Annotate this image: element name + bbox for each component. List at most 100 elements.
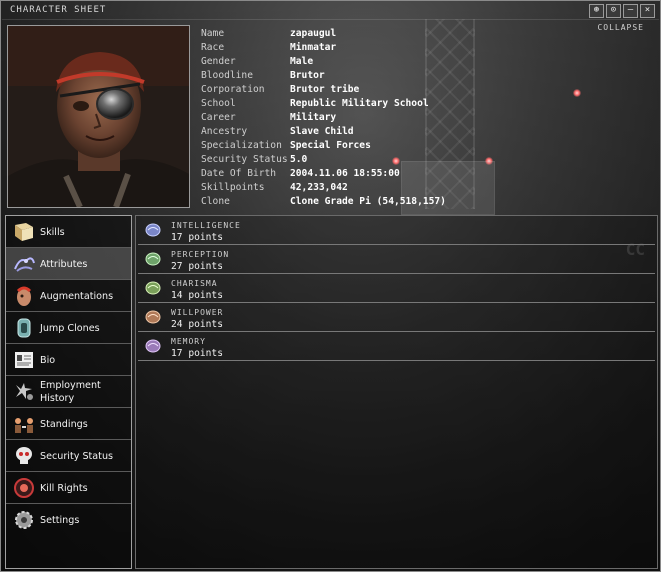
info-row-ancestry: Ancestry Slave Child — [201, 125, 446, 139]
info-row-school: School Republic Military School — [201, 97, 446, 111]
minimize-icon[interactable]: – — [623, 4, 638, 18]
sidebar-item-label: Employment History — [40, 380, 101, 404]
info-row-date-of-birth: Date Of Birth 2004.11.06 18:55:00 — [201, 167, 446, 181]
info-row-security-status: Security Status 5.0 — [201, 153, 446, 167]
info-row-bloodline: Bloodline Brutor — [201, 69, 446, 83]
brain-icon — [14, 257, 35, 272]
info-row-corporation: Corporation Brutor tribe — [201, 83, 446, 97]
info-row-skillpoints: Skillpoints 42,233,042 — [201, 181, 446, 195]
sidebar-item-label: Settings — [40, 514, 80, 526]
sidebar-item-label: Security Status — [40, 450, 114, 462]
attribute-row-charisma[interactable]: CHARISMA 14 points — [138, 274, 655, 303]
info-value: 42,233,042 — [290, 182, 348, 193]
sidebar-item-bio[interactable]: Bio — [6, 344, 131, 376]
target-icon — [14, 478, 34, 498]
info-label: Bloodline — [201, 70, 253, 81]
info-value: Republic Military School — [290, 98, 429, 109]
gear-icon — [15, 511, 33, 529]
info-label: Name — [201, 28, 225, 39]
info-value: Military — [290, 112, 337, 123]
info-row-specialization: Specialization Special Forces — [201, 139, 446, 153]
sidebar-item-employment-history[interactable]: Employment History — [6, 376, 131, 408]
info-label: Gender — [201, 56, 236, 67]
attribute-row-perception[interactable]: PERCEPTION 27 points — [138, 245, 655, 274]
info-row-clone: Clone Clone Grade Pi (54,518,157) — [201, 195, 446, 209]
portrait-image — [8, 26, 189, 207]
info-label: Career — [201, 112, 236, 123]
character-portrait — [7, 25, 190, 208]
info-label: Ancestry — [201, 126, 248, 137]
window-title: CHARACTER SHEET — [10, 5, 107, 15]
options-icon[interactable]: ⊙ — [606, 4, 621, 18]
sidebar-item-augmentations[interactable]: Augmentations — [6, 280, 131, 312]
info-value: Clone Grade Pi (54,518,157) — [290, 196, 446, 207]
info-value: zapaugul — [290, 28, 337, 39]
sidebar-item-label: Jump Clones — [40, 322, 100, 334]
pin-icon[interactable]: ⊛ — [589, 4, 604, 18]
sidebar-item-label: Augmentations — [40, 290, 114, 302]
willpower-icon — [145, 310, 161, 324]
info-label: School — [201, 98, 236, 109]
info-value: Brutor tribe — [290, 84, 360, 95]
sidebar-item-security-status[interactable]: Security Status — [6, 440, 131, 472]
attribute-name: CHARISMA — [171, 279, 218, 288]
info-row-race: Race Minmatar — [201, 41, 446, 55]
attribute-name: INTELLIGENCE — [171, 221, 241, 230]
document-icon — [15, 352, 33, 368]
sidebar-item-attributes[interactable]: Attributes — [6, 248, 131, 280]
medal-icon — [16, 383, 33, 400]
info-value: Male — [290, 56, 314, 67]
sidebar-item-standings[interactable]: Standings — [6, 408, 131, 440]
info-label: Specialization — [201, 140, 282, 151]
info-value: Brutor — [290, 70, 325, 81]
info-row-gender: Gender Male — [201, 55, 446, 69]
info-value: 5.0 — [290, 154, 308, 165]
attributes-panel: CC INTELLIGENCE 17 points PERCEPTION 27 … — [135, 215, 658, 569]
implant-head-icon — [16, 286, 32, 306]
character-sheet-window: CHARACTER SHEET ⊛ ⊙ – × COLLAPSE Name za… — [0, 0, 661, 572]
sidebar-item-skills[interactable]: Skills — [6, 216, 131, 248]
attribute-row-willpower[interactable]: WILLPOWER 24 points — [138, 303, 655, 332]
attribute-row-memory[interactable]: MEMORY 17 points — [138, 332, 655, 361]
info-value: Special Forces — [290, 140, 371, 151]
attribute-name: MEMORY — [171, 337, 206, 346]
sidebar-item-jump-clones[interactable]: Jump Clones — [6, 312, 131, 344]
sidebar-item-label: Bio — [40, 354, 56, 366]
sidebar-item-settings[interactable]: Settings — [6, 504, 131, 536]
character-info: Name zapaugul Race Minmatar Gender Male Blo… — [201, 27, 446, 209]
sidebar-item-label: Standings — [40, 418, 88, 430]
info-row-career: Career Military — [201, 111, 446, 125]
sidebar-item-kill-rights[interactable]: Kill Rights — [6, 472, 131, 504]
info-label: Corporation — [201, 84, 265, 95]
attribute-name: PERCEPTION — [171, 250, 230, 259]
skull-icon — [16, 447, 32, 464]
info-value: Slave Child — [290, 126, 354, 137]
sidebar-item-label: Attributes — [40, 258, 88, 270]
memory-icon — [145, 339, 161, 353]
sidebar-item-label: Kill Rights — [40, 482, 88, 494]
attribute-points: 27 points — [171, 261, 223, 272]
title-bar[interactable]: CHARACTER SHEET ⊛ ⊙ – × — [2, 3, 659, 20]
clone-pod-icon — [17, 318, 31, 338]
perception-icon — [145, 252, 161, 266]
info-value: Minmatar — [290, 42, 337, 53]
info-value: 2004.11.06 18:55:00 — [290, 168, 400, 179]
sidebar-item-label: Skills — [40, 226, 65, 238]
standings-icon — [15, 418, 33, 433]
info-label: Date Of Birth — [201, 168, 277, 179]
sidebar-nav: Skills Attributes Augmentations Jump Clo… — [5, 215, 132, 569]
info-label: Security Status — [201, 154, 288, 165]
info-row-name: Name zapaugul — [201, 27, 446, 41]
intelligence-icon — [145, 223, 161, 237]
info-label: Skillpoints — [201, 182, 265, 193]
collapse-button[interactable]: COLLAPSE — [597, 23, 644, 32]
attribute-points: 17 points — [171, 232, 223, 243]
info-label: Clone — [201, 196, 230, 207]
charisma-icon — [145, 281, 161, 295]
attribute-points: 14 points — [171, 290, 223, 301]
attribute-name: WILLPOWER — [171, 308, 224, 317]
background-light — [573, 89, 581, 97]
close-icon[interactable]: × — [640, 4, 655, 18]
book-icon — [15, 223, 33, 241]
attribute-row-intelligence[interactable]: INTELLIGENCE 17 points — [138, 216, 655, 245]
